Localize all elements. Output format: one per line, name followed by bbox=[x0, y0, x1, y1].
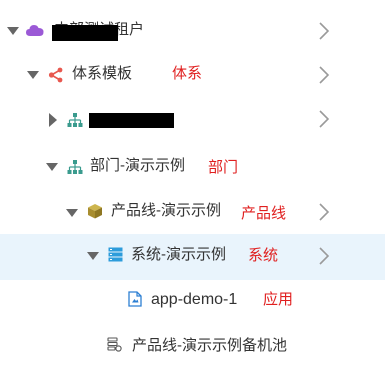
caret-down-icon[interactable] bbox=[46, 163, 58, 171]
annotation-label: 体系 bbox=[172, 65, 203, 82]
tree-node-label: 产品线-演示示例备机池 bbox=[132, 337, 287, 354]
tree-node-label: 体系模板 bbox=[72, 65, 133, 82]
tree-node-label: app-demo-1 bbox=[151, 291, 238, 308]
chevron-right-icon[interactable] bbox=[317, 201, 331, 223]
share-icon bbox=[48, 67, 63, 83]
server-icon bbox=[108, 247, 123, 262]
tree-node-machine-pool[interactable]: 产品线-演示示例备机池 bbox=[0, 324, 385, 370]
chevron-right-icon[interactable] bbox=[317, 108, 331, 130]
caret-down-icon[interactable] bbox=[66, 209, 78, 217]
caret-right-icon[interactable] bbox=[49, 113, 57, 127]
tree-node-system-template[interactable]: 体系模板 体系 bbox=[0, 53, 385, 99]
annotation-label: 应用 bbox=[263, 291, 294, 308]
resource-tree: 内部测试租户 体系模板 体系 bbox=[0, 0, 385, 365]
caret-down-icon[interactable] bbox=[87, 252, 99, 260]
redaction-bar bbox=[89, 113, 174, 128]
tree-node-label: 系统-演示示例 bbox=[131, 246, 226, 263]
caret-down-icon[interactable] bbox=[27, 71, 39, 79]
redaction-bar bbox=[52, 25, 118, 41]
tree-node-app[interactable]: app-demo-1 应用 bbox=[0, 279, 385, 325]
box-icon bbox=[88, 204, 102, 219]
annotation-label: 部门 bbox=[208, 159, 239, 176]
caret-down-icon[interactable] bbox=[7, 27, 19, 35]
org-icon bbox=[67, 160, 83, 174]
chevron-right-icon[interactable] bbox=[317, 20, 331, 42]
annotation-label: 产品线 bbox=[241, 205, 287, 222]
chevron-right-icon[interactable] bbox=[317, 245, 331, 267]
tree-node-product-line[interactable]: 产品线-演示示例 产品线 bbox=[0, 191, 385, 237]
cloud-icon bbox=[26, 25, 44, 36]
chevron-right-icon[interactable] bbox=[317, 64, 331, 86]
annotation-label: 系统 bbox=[248, 247, 279, 264]
tree-node-label: 部门-演示示例 bbox=[90, 157, 185, 174]
org-icon bbox=[67, 113, 83, 127]
tree-node-department[interactable]: 部门-演示示例 部门 bbox=[0, 145, 385, 191]
tree-node-redacted-org[interactable] bbox=[0, 97, 385, 143]
tree-node-tenant[interactable]: 内部测试租户 bbox=[0, 9, 385, 55]
tree-node-label: 产品线-演示示例 bbox=[111, 202, 221, 219]
machine-pool-icon bbox=[107, 337, 122, 352]
tree-node-system[interactable]: 系统-演示示例 系统 bbox=[0, 234, 385, 280]
app-file-icon bbox=[128, 291, 142, 307]
